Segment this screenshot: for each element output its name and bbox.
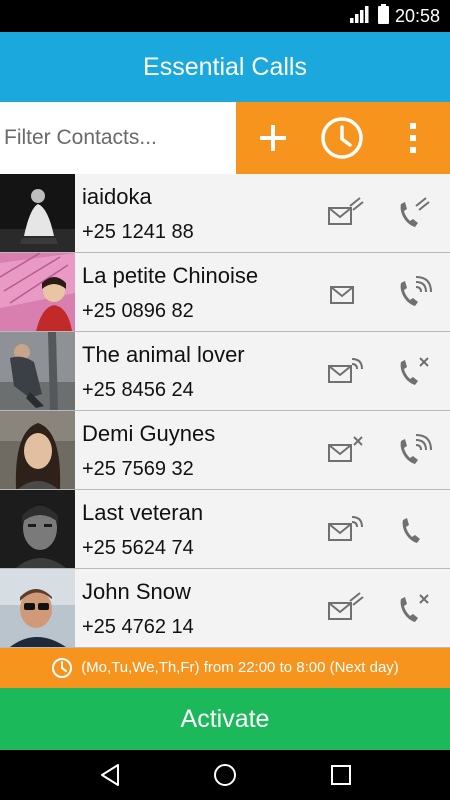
contact-name: John Snow (82, 579, 191, 604)
sms-ringing-icon (328, 516, 363, 541)
contact-row[interactable]: John Snow +25 4762 14 (0, 569, 450, 648)
overflow-menu-button[interactable] (396, 102, 430, 174)
recents-button[interactable] (327, 762, 355, 788)
call-toggle[interactable] (394, 512, 434, 548)
contact-phone: +25 0896 82 (82, 300, 194, 322)
contact-avatar (0, 253, 75, 331)
contact-phone: +25 1241 88 (82, 221, 194, 243)
sms-toggle[interactable] (326, 512, 366, 548)
call-blocked-icon (400, 594, 429, 622)
call-icon (402, 518, 420, 543)
contact-row[interactable]: Last veteran +25 5624 74 (0, 490, 450, 569)
sms-muted-icon (328, 197, 364, 225)
back-button[interactable] (96, 762, 124, 788)
contact-avatar (0, 569, 75, 647)
contact-row[interactable]: La petite Chinoise +25 0896 82 (0, 253, 450, 332)
schedule-text: (Mo,Tu,We,Th,Fr) from 22:00 to 8:00 (Nex… (81, 659, 399, 676)
sms-toggle[interactable] (326, 433, 366, 469)
schedule-button[interactable] (316, 102, 368, 174)
filter-contacts-input[interactable] (0, 102, 236, 174)
sms-toggle[interactable] (326, 354, 366, 390)
add-contact-button[interactable] (248, 102, 298, 174)
contact-phone: +25 5624 74 (82, 537, 194, 559)
more-vert-icon (410, 123, 416, 153)
call-toggle[interactable] (394, 591, 434, 627)
sms-blocked-icon (328, 436, 363, 462)
contact-name: The animal lover (82, 342, 245, 367)
activate-button[interactable]: Activate (0, 688, 450, 750)
back-icon (101, 764, 119, 786)
contact-name: La petite Chinoise (82, 263, 259, 288)
sms-muted-icon (328, 592, 364, 620)
app-bar: Essential Calls (0, 32, 450, 102)
contact-row[interactable]: Demi Guynes +25 7569 32 (0, 411, 450, 490)
call-toggle[interactable] (394, 196, 434, 232)
sms-icon (330, 286, 354, 304)
battery-icon (377, 3, 389, 29)
call-blocked-icon (400, 357, 429, 385)
contact-avatar (0, 174, 75, 252)
sms-toggle[interactable] (326, 591, 366, 627)
clock-icon (52, 658, 73, 678)
app-title: Essential Calls (143, 53, 307, 81)
status-time: 20:58 (394, 6, 440, 26)
sms-toggle[interactable] (326, 275, 366, 311)
add-icon (260, 125, 286, 151)
contact-avatar (0, 411, 75, 489)
contact-name: Demi Guynes (82, 421, 216, 446)
call-toggle[interactable] (394, 275, 434, 311)
call-muted-icon (400, 197, 430, 227)
call-ringing-icon (400, 276, 432, 306)
signal-icon (349, 5, 372, 28)
contact-name: Last veteran (82, 500, 204, 525)
contact-avatar (0, 332, 75, 410)
call-toggle[interactable] (394, 433, 434, 469)
contact-name: iaidoka (82, 184, 152, 209)
contact-phone: +25 8456 24 (82, 379, 194, 401)
navigation-bar (0, 750, 450, 800)
contact-row[interactable]: iaidoka +25 1241 88 (0, 174, 450, 253)
sms-toggle[interactable] (326, 196, 366, 232)
contact-list: iaidoka +25 1241 88 La petite Chinoise +… (0, 174, 450, 648)
recents-icon (331, 765, 351, 785)
sms-ringing-icon (328, 358, 363, 383)
status-bar: 20:58 (0, 0, 450, 32)
contact-phone: +25 7569 32 (82, 458, 194, 480)
filter-row (0, 102, 450, 174)
contact-phone: +25 4762 14 (82, 616, 194, 638)
clock-icon (321, 117, 363, 159)
contact-row[interactable]: The animal lover +25 8456 24 (0, 332, 450, 411)
call-ringing-icon (400, 434, 432, 464)
schedule-bar[interactable]: (Mo,Tu,We,Th,Fr) from 22:00 to 8:00 (Nex… (0, 648, 450, 688)
toolbar (236, 102, 450, 174)
home-icon (214, 764, 236, 786)
contact-avatar (0, 490, 75, 568)
home-button[interactable] (211, 762, 239, 788)
call-toggle[interactable] (394, 354, 434, 390)
